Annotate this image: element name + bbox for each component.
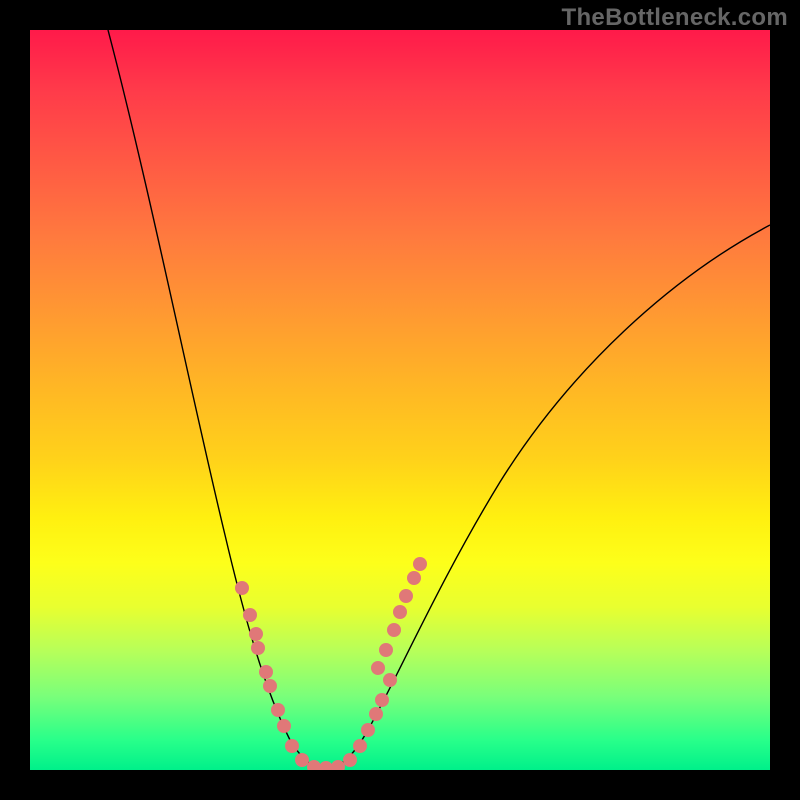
chart-area [30, 30, 770, 770]
right-curve [325, 225, 770, 769]
watermark-text: TheBottleneck.com [562, 4, 788, 32]
left-curve [108, 30, 325, 769]
chart-svg [30, 30, 770, 770]
data-points [235, 557, 427, 770]
